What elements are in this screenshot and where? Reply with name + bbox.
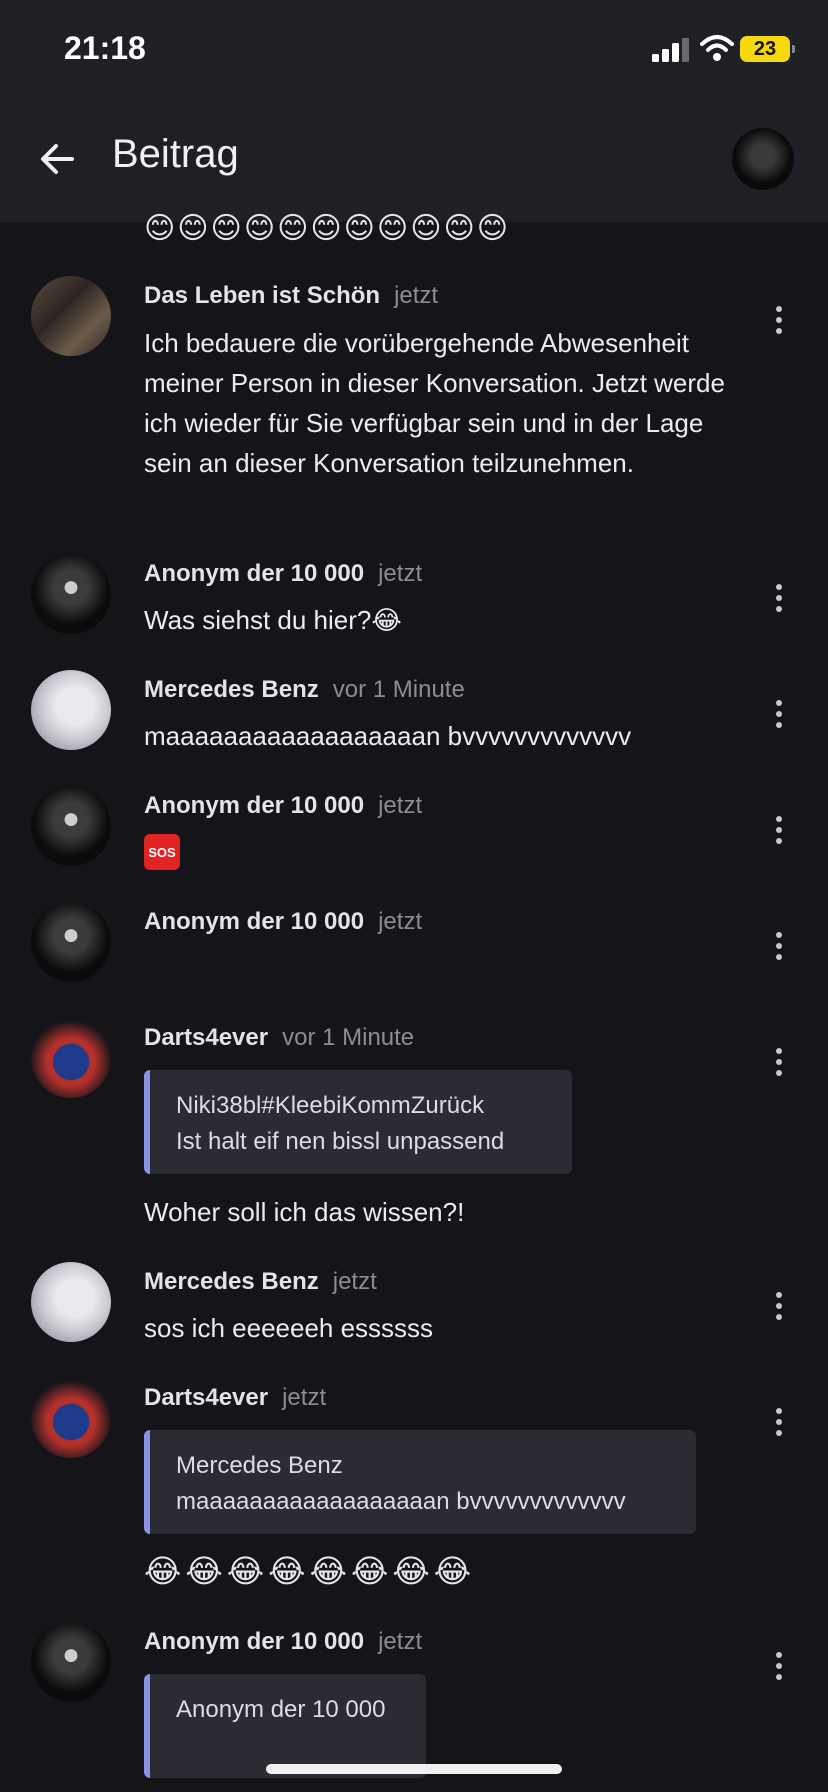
more-options-icon[interactable] [776,700,784,728]
comment-time: jetzt [378,792,423,819]
more-options-icon[interactable] [776,306,784,334]
cellular-signal-icon [652,38,689,62]
comment-text: Ich bedauere die vorübergehende Abwesenh… [144,328,725,478]
comment-author[interactable]: Anonym der 10 000 [144,908,364,935]
comment-text: sos ich eeeeeeh essssss [144,1313,434,1343]
more-options-icon[interactable] [776,932,784,960]
more-options-icon[interactable] [776,1048,784,1076]
comment-meta: Anonym der 10 000 jetzt [144,792,422,820]
quoted-reply[interactable]: Mercedes Benz maaaaaaaaaaaaaaaaaan bvvvv… [144,1430,696,1534]
comment-time: jetzt [378,1628,423,1655]
comment-time: jetzt [378,908,423,935]
profile-avatar[interactable] [732,128,794,190]
comment-time: jetzt [378,560,423,587]
avatar[interactable] [31,1262,111,1342]
comment-meta: Anonym der 10 000 jetzt [144,908,422,936]
back-arrow-icon[interactable] [38,140,76,178]
comment-time: jetzt [332,1268,377,1295]
home-indicator[interactable] [266,1764,562,1774]
avatar[interactable] [31,786,111,866]
avatar[interactable] [31,902,111,982]
avatar[interactable] [31,670,111,750]
avatar[interactable] [31,276,111,356]
avatar[interactable] [31,1622,111,1702]
comment-author[interactable]: Das Leben ist Schön [144,282,380,309]
comment-text: maaaaaaaaaaaaaaaaaan bvvvvvvvvvvvvv [144,721,632,751]
comment-meta: Mercedes Benz vor 1 Minute [144,676,465,704]
quote-text: Ist halt eif nen bissl unpassend [176,1128,505,1155]
comment-meta: Darts4ever vor 1 Minute [144,1024,414,1052]
quote-author: Mercedes Benz [176,1452,343,1479]
avatar[interactable] [31,554,111,634]
avatar[interactable] [31,1018,111,1098]
quoted-reply[interactable]: Niki38bl#KleebiKommZurück Ist halt eif n… [144,1070,572,1174]
comment-emoji-text: 😂😂😂😂😂😂😂😂 [144,1553,476,1589]
more-options-icon[interactable] [776,584,784,612]
comment-time: vor 1 Minute [282,1024,415,1051]
comment-author[interactable]: Darts4ever [144,1024,268,1051]
more-options-icon[interactable] [776,1408,784,1436]
sos-emoji: SOS [144,834,180,870]
comment-time: jetzt [394,282,439,309]
comment-text: Was siehst du hier?😂 [144,605,402,635]
comment-author[interactable]: Mercedes Benz [144,676,319,703]
comment-author[interactable]: Anonym der 10 000 [144,792,364,819]
status-time: 21:18 [64,30,146,66]
comment-meta: Anonym der 10 000 jetzt [144,1628,422,1656]
comment-time: vor 1 Minute [332,676,465,703]
comment-meta: Das Leben ist Schön jetzt [144,282,438,310]
quote-author: Anonym der 10 000 [176,1696,386,1723]
quote-author: Niki38bl#KleebiKommZurück [176,1092,485,1119]
comment-meta: Anonym der 10 000 jetzt [144,560,422,588]
comment-author[interactable]: Darts4ever [144,1384,268,1411]
page-title: Beitrag [112,132,239,176]
comment-meta: Darts4ever jetzt [144,1384,326,1412]
comment-author[interactable]: Anonym der 10 000 [144,1628,364,1655]
avatar[interactable] [31,1378,111,1458]
battery-icon: 23 [740,36,795,62]
comment-meta: Mercedes Benz jetzt [144,1268,377,1296]
comment-author[interactable]: Anonym der 10 000 [144,560,364,587]
comment-text: Woher soll ich das wissen?! [144,1197,465,1227]
battery-level: 23 [753,37,777,60]
quoted-reply[interactable]: Anonym der 10 000 [144,1674,426,1778]
more-options-icon[interactable] [776,1652,784,1680]
top-emoji-strip: 😊😊😊😊😊😊😊😊😊😊😊 [144,212,511,245]
quote-text: maaaaaaaaaaaaaaaaaan bvvvvvvvvvvvvv [176,1488,626,1515]
wifi-icon [700,35,734,61]
more-options-icon[interactable] [776,1292,784,1320]
comment-time: jetzt [282,1384,327,1411]
more-options-icon[interactable] [776,816,784,844]
comment-author[interactable]: Mercedes Benz [144,1268,319,1295]
